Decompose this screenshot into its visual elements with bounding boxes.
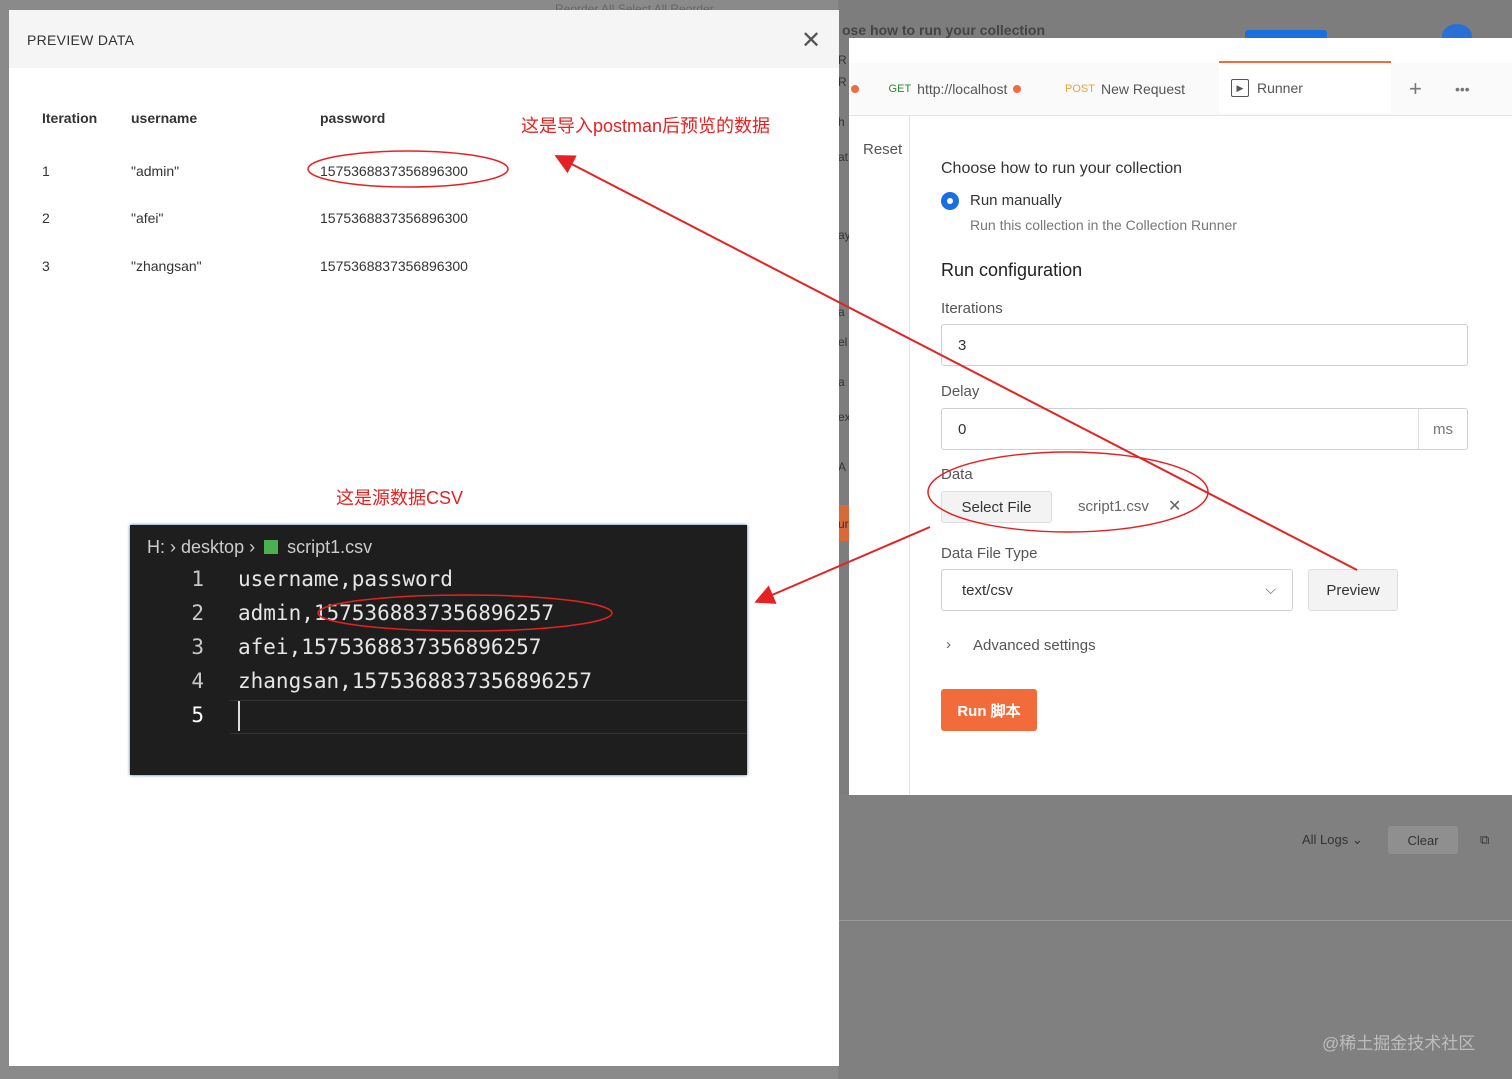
annotation-overlay — [307, 150, 1358, 632]
source-arrow — [754, 526, 931, 604]
preview-value-circle — [307, 150, 509, 188]
preview-arrow — [554, 155, 1358, 571]
data-file-circle — [927, 451, 1209, 533]
watermark: @稀土掘金技术社区 — [1322, 1034, 1476, 1053]
source-value-circle — [317, 594, 613, 632]
